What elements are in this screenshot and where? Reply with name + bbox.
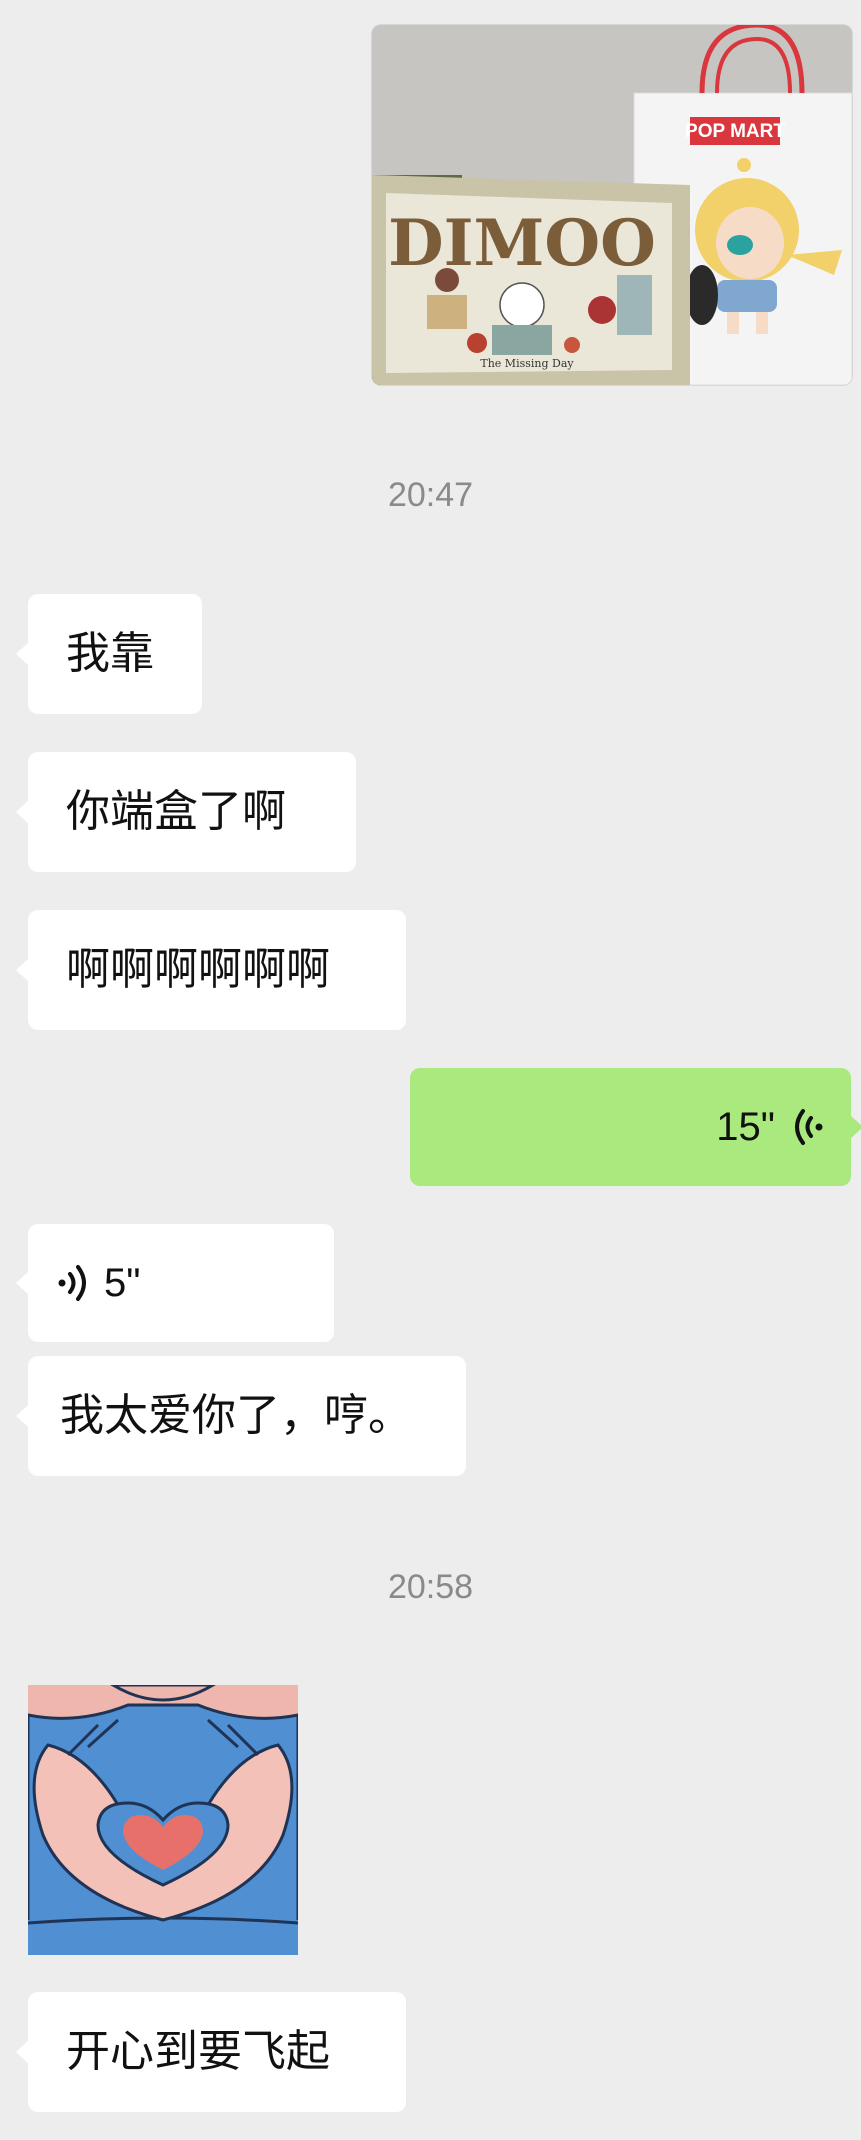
message-text: 我靠 — [66, 628, 154, 679]
box-subtitle-label: The Missing Day — [480, 357, 574, 370]
incoming-voice-message[interactable]: 5" — [16, 1224, 334, 1342]
incoming-text-message[interactable]: 我太爱你了，哼。 — [16, 1356, 466, 1476]
outgoing-voice-message[interactable]: 15" — [410, 1068, 861, 1186]
voice-wave-icon — [56, 1263, 90, 1303]
photo-image: POP MART DIMOO The Missing Day — [372, 25, 852, 385]
voice-duration: 15" — [716, 1105, 775, 1149]
message-text: 你端盒了啊 — [66, 786, 286, 837]
message-text: 啊啊啊啊啊啊 — [66, 944, 330, 995]
chat-thread: POP MART DIMOO The Missing Day 20:47 我靠 … — [0, 0, 861, 2140]
bag-brand-label: POP MART — [685, 121, 785, 142]
voice-duration: 5" — [104, 1261, 141, 1305]
timestamp: 20:58 — [387, 1568, 474, 1606]
box-title-label: DIMOO — [388, 206, 656, 281]
message-text: 开心到要飞起 — [66, 2026, 330, 2077]
heart-hands-sticker — [28, 1685, 298, 1955]
sticker-message[interactable] — [28, 1685, 298, 1955]
incoming-text-message[interactable]: 我靠 — [16, 594, 202, 714]
timestamp: 20:47 — [387, 476, 474, 514]
voice-wave-icon — [791, 1107, 825, 1147]
incoming-text-message[interactable]: 你端盒了啊 — [16, 752, 356, 872]
incoming-text-message[interactable]: 开心到要飞起 — [16, 1992, 406, 2112]
message-text: 我太爱你了，哼。 — [60, 1390, 412, 1441]
photo-message[interactable]: POP MART DIMOO The Missing Day — [371, 24, 853, 386]
incoming-text-message[interactable]: 啊啊啊啊啊啊 — [16, 910, 406, 1030]
